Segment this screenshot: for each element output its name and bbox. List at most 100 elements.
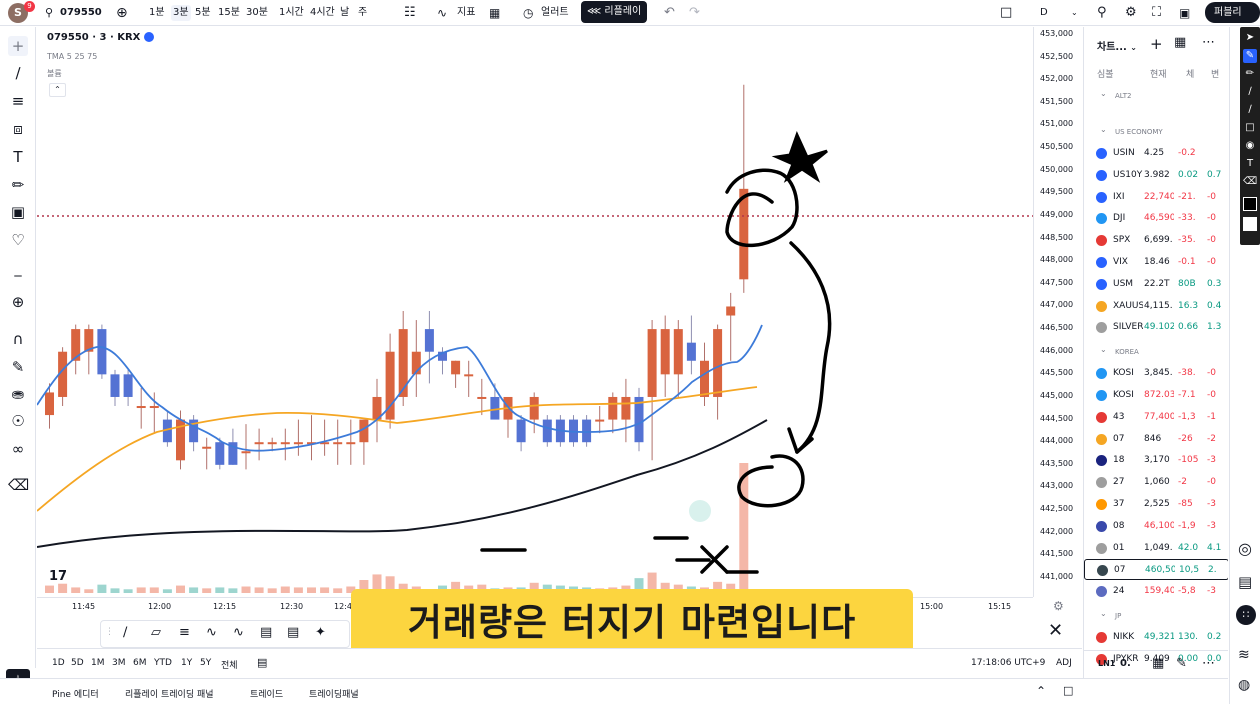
lock-icon[interactable]: ⛂ — [8, 384, 28, 404]
watchlist-row[interactable]: KOSI 3,845. -38. -0 — [1084, 363, 1228, 384]
bottom-tab-2[interactable]: 트레이드 — [250, 687, 283, 700]
brush-icon[interactable]: ✏ — [8, 175, 28, 195]
more-icon[interactable]: ⋯ — [1202, 656, 1215, 671]
crosshair-icon[interactable]: + — [8, 36, 28, 56]
date-range-icon[interactable]: ▤ — [257, 656, 267, 669]
chart-canvas[interactable] — [37, 27, 1082, 647]
chart-settings-icon[interactable]: ⚙ — [1053, 599, 1064, 613]
maximize-panel-icon[interactable]: □ — [1063, 684, 1073, 697]
watchlist-row[interactable]: SPX 6,699. -35. -0 — [1084, 230, 1228, 251]
bottom-tab-3[interactable]: 트레이딩패널 — [309, 687, 359, 700]
watchlist-row[interactable]: KOSI 872.03 -7.1 -0 — [1084, 385, 1228, 406]
candle-type-icon[interactable]: ☷ — [404, 5, 416, 21]
zoom-in-icon[interactable]: ⊕ — [8, 292, 28, 312]
snapshot-icon[interactable]: ▣ — [1179, 5, 1190, 21]
draw-line-icon[interactable]: ∕ — [123, 625, 127, 640]
shape-icon[interactable]: ◉ — [1243, 139, 1257, 153]
interval-0[interactable]: 1분 — [149, 5, 165, 21]
watchlist-row[interactable]: 01 1,049. 42.0 4.1 — [1084, 538, 1228, 559]
rect-icon[interactable]: □ — [1243, 121, 1257, 135]
range-5Y[interactable]: 5Y — [200, 658, 211, 668]
redo-icon[interactable]: ↷ — [689, 5, 700, 21]
ruler-icon[interactable]: ⎯ — [8, 265, 28, 285]
interval-8[interactable]: 주 — [358, 5, 367, 21]
undo-icon[interactable]: ↶ — [664, 5, 675, 21]
collapse-legend-button[interactable]: ⌃ — [49, 83, 66, 97]
indicators-button[interactable]: 지표 — [457, 5, 475, 21]
bottom-tab-0[interactable]: Pine 에디터 — [52, 687, 99, 700]
watchlist-col-3[interactable]: 변 — [1211, 67, 1219, 80]
volume-legend[interactable]: 볼륨 — [47, 68, 62, 79]
alert-icon[interactable]: ◷ — [523, 5, 533, 21]
watchlist-row[interactable]: USIN 4.25 -0.2 — [1084, 143, 1228, 164]
watchlist-col-1[interactable]: 현재 — [1150, 67, 1167, 80]
templates-icon[interactable]: ▦ — [489, 5, 500, 21]
grid-icon[interactable]: ▦ — [1152, 656, 1164, 671]
pointer-icon[interactable]: ➤ — [1243, 31, 1257, 45]
watchlist-col-0[interactable]: 심볼 — [1097, 67, 1114, 80]
interval-6[interactable]: 4시간 — [310, 5, 335, 21]
interval-7[interactable]: 날 — [340, 5, 349, 21]
watchlist-row[interactable]: US10Y 3.982 0.02 0.7 — [1084, 165, 1228, 186]
text-tool-icon[interactable]: T — [8, 147, 28, 167]
heart-icon[interactable]: ♡ — [8, 230, 28, 250]
eraser-icon[interactable]: ⌫ — [1243, 175, 1257, 189]
ma-legend[interactable]: TMA 5 25 75 — [47, 52, 97, 61]
collapse-panel-icon[interactable]: ⌃ — [1036, 684, 1046, 698]
text-icon[interactable]: T — [1243, 157, 1257, 171]
watchlist-title[interactable]: 차트... ⌄ — [1097, 38, 1137, 53]
pen-icon[interactable]: ✎ — [1243, 49, 1257, 63]
lock-drawing-icon[interactable]: ✎ — [8, 357, 28, 377]
interval-2[interactable]: 5분 — [195, 5, 211, 21]
symbol-logo-icon[interactable]: LN1 — [1098, 659, 1115, 668]
watchlist-row[interactable]: 27 1,060 -2 -0 — [1084, 472, 1228, 493]
watchlist-row[interactable]: 07 460,50 10,5 2. — [1084, 559, 1228, 581]
watchlist-row[interactable]: 37 2,525 -85 -3 — [1084, 494, 1228, 515]
clock[interactable]: 17:18:06 UTC+9 — [971, 658, 1045, 668]
settings-icon[interactable]: ⚙ — [1125, 5, 1137, 21]
interval-5[interactable]: 1시간 — [279, 5, 304, 21]
watchlist-layout-icon[interactable]: ▦ — [1174, 35, 1186, 50]
magnet-icon[interactable]: ∩ — [8, 329, 28, 349]
close-icon[interactable]: ✕ — [1048, 620, 1063, 641]
watchlist-section[interactable]: US ECONOMY — [1115, 128, 1163, 136]
range-1M[interactable]: 1M — [91, 658, 105, 668]
watchlist-row[interactable]: NIKK 49,321 130. 0.2 — [1084, 627, 1228, 648]
quick-search-icon[interactable]: ⚲ — [1097, 5, 1107, 21]
range-전체[interactable]: 전체 — [221, 658, 238, 671]
target-icon[interactable]: ◎ — [1238, 539, 1252, 558]
watchlist-row[interactable]: 18 3,170 -105 -3 — [1084, 450, 1228, 471]
chart-pane[interactable]: 453,000 452,500 452,000 451,500 451,000 450,5… — [37, 27, 1082, 647]
add-symbol-icon[interactable]: + — [1150, 35, 1163, 53]
draw-range-icon[interactable]: ▤ — [260, 625, 272, 640]
color-white-icon[interactable] — [1243, 217, 1257, 231]
watchlist-section[interactable]: JP — [1115, 612, 1121, 620]
watchlist-row[interactable]: USM 22.2T 80B 0.3 — [1084, 274, 1228, 295]
drag-handle-icon[interactable]: ⋮ — [105, 627, 114, 637]
add-symbol-icon[interactable]: ⊕ — [116, 5, 128, 21]
comment-icon[interactable]: ▣ — [8, 202, 28, 222]
apps-icon[interactable]: ∷ — [1236, 605, 1256, 625]
watchlist-row[interactable]: XAUUS 4,115. 16.3 0.4 — [1084, 296, 1228, 317]
range-1Y[interactable]: 1Y — [181, 658, 192, 668]
fullscreen-icon[interactable]: ⛶ — [1152, 5, 1161, 21]
range-3M[interactable]: 3M — [112, 658, 126, 668]
range-YTD[interactable]: YTD — [154, 658, 172, 668]
layout-name[interactable]: D — [1040, 5, 1048, 21]
pattern-icon[interactable]: ⧈ — [8, 119, 28, 139]
draw-wave-icon[interactable]: ∿ — [233, 625, 244, 640]
chevron-down-icon[interactable]: ⌄ — [1071, 5, 1078, 21]
indicators-icon[interactable]: ∿ — [437, 5, 447, 21]
trash-icon[interactable]: ⌫ — [8, 475, 29, 495]
watchlist-row[interactable]: SILVER 49.102 0.66 1.3 — [1084, 317, 1228, 338]
range-5D[interactable]: 5D — [71, 658, 84, 668]
bottom-tab-1[interactable]: 리플레이 트레이딩 패널 — [125, 687, 214, 700]
draw-projection-icon[interactable]: ▤ — [287, 625, 299, 640]
interval-1[interactable]: 3분 — [171, 5, 191, 21]
calendar-icon[interactable]: ▤ — [1238, 573, 1252, 591]
watchlist-row[interactable]: VIX 18.46 -0.1 -0 — [1084, 252, 1228, 273]
interval-4[interactable]: 30분 — [246, 5, 268, 21]
color-black-icon[interactable] — [1243, 197, 1257, 211]
marker-icon[interactable]: ✏ — [1243, 67, 1257, 81]
watchlist-row[interactable]: 24 159,40 -5,8 -3 — [1084, 581, 1228, 602]
